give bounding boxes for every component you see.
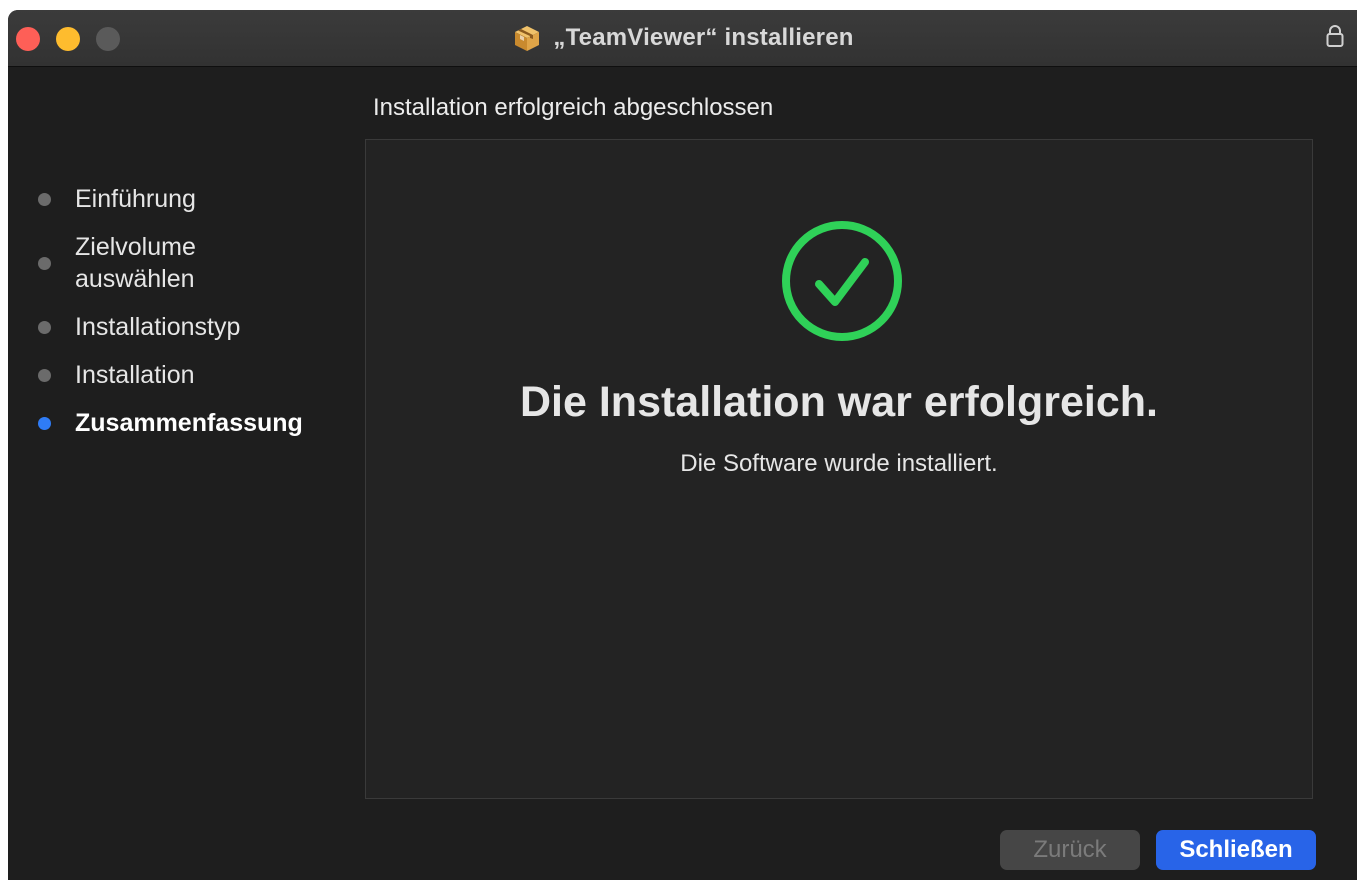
step-label-line-1: Zielvolume	[75, 233, 196, 261]
installer-window: „TeamViewer“ installieren Einführung Zie…	[8, 10, 1357, 880]
lock-icon	[1326, 25, 1344, 47]
success-subtitle: Die Software wurde installiert.	[680, 450, 998, 477]
step-dot	[38, 256, 51, 270]
success-title: Die Installation war erfolgreich.	[520, 378, 1158, 426]
step-label-line-2: auswählen	[75, 265, 195, 293]
step-label: Installationstyp	[75, 313, 241, 341]
step-label: Zusammenfassung	[75, 409, 303, 437]
step-einfuehrung: Einführung	[38, 183, 196, 215]
step-dot	[38, 192, 51, 206]
page-heading: Installation erfolgreich abgeschlossen	[373, 94, 774, 121]
step-zielvolume: Zielvolume auswählen	[38, 231, 196, 295]
back-button[interactable]: Zurück	[1000, 830, 1140, 870]
step-label: Installation	[75, 361, 195, 389]
content-panel: Die Installation war erfolgreich. Die So…	[365, 139, 1313, 799]
step-installation: Installation	[38, 359, 195, 391]
step-label: Einführung	[75, 185, 196, 213]
steps-sidebar: Einführung Zielvolume auswählen Installa…	[8, 67, 348, 880]
window-title: „TeamViewer“ installieren	[553, 24, 854, 51]
window-title-group: „TeamViewer“ installieren	[8, 10, 1357, 66]
title-bar[interactable]: „TeamViewer“ installieren	[8, 10, 1357, 67]
package-icon	[515, 26, 540, 51]
checkmark-circle-icon	[782, 221, 902, 341]
step-label: Zielvolume auswählen	[75, 231, 196, 295]
step-dot	[38, 320, 51, 334]
close-button[interactable]: Schließen	[1156, 830, 1316, 870]
step-installationstyp: Installationstyp	[38, 311, 240, 343]
step-zusammenfassung: Zusammenfassung	[38, 407, 303, 439]
step-dot	[38, 368, 51, 382]
step-dot-active	[38, 416, 51, 430]
